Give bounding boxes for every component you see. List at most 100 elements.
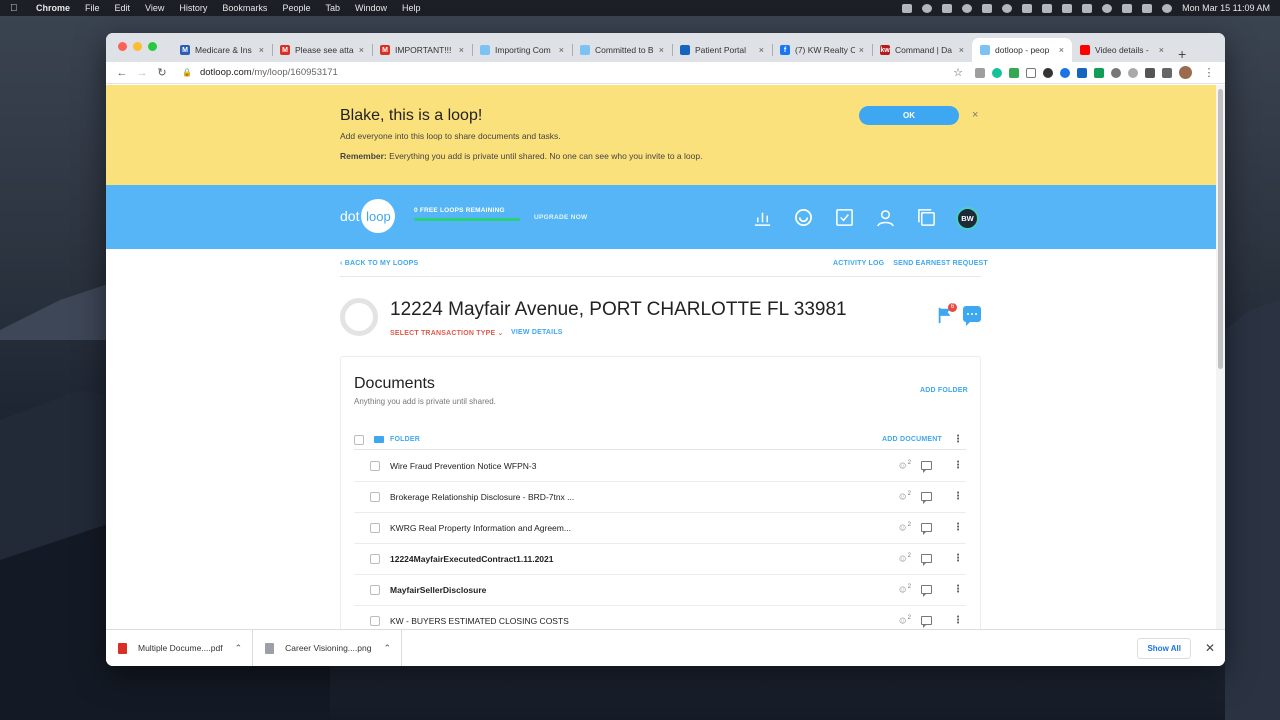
comment-icon[interactable] bbox=[921, 585, 932, 598]
activity-log-link[interactable]: ACTIVITY LOG bbox=[833, 260, 884, 267]
status-icon[interactable] bbox=[902, 3, 913, 13]
checkmark-extension-icon[interactable] bbox=[1094, 67, 1104, 78]
address-bar[interactable]: 🔒 dotloop.com/my/loop/160953171 bbox=[182, 67, 922, 78]
share-people-icon[interactable]: ☺2 bbox=[897, 522, 911, 533]
reload-icon[interactable]: ↻ bbox=[152, 66, 172, 79]
menubar-clock[interactable]: Mon Mar 15 11:09 AM bbox=[1182, 3, 1270, 13]
share-people-icon[interactable]: ☺2 bbox=[897, 553, 911, 564]
reading-list-icon[interactable] bbox=[1162, 67, 1172, 78]
extension-icon[interactable] bbox=[975, 67, 985, 78]
minimize-window-button[interactable] bbox=[133, 42, 142, 51]
compliance-flag[interactable]: 6 bbox=[936, 303, 957, 327]
comment-icon[interactable] bbox=[921, 554, 932, 567]
menu-view[interactable]: View bbox=[145, 3, 164, 13]
document-checkbox[interactable] bbox=[370, 616, 380, 626]
document-name[interactable]: MayfairSellerDisclosure bbox=[390, 585, 486, 595]
document-menu-icon[interactable]: ⋮ bbox=[950, 584, 966, 595]
document-name[interactable]: Brokerage Relationship Disclosure - BRD-… bbox=[390, 492, 574, 502]
document-menu-icon[interactable]: ⋮ bbox=[950, 522, 966, 533]
drive-icon[interactable] bbox=[1009, 67, 1019, 78]
select-transaction-type-dropdown[interactable]: SELECT TRANSACTION TYPE ⌄ bbox=[390, 329, 504, 337]
volume-icon[interactable] bbox=[1022, 3, 1033, 13]
close-tab-icon[interactable]: × bbox=[759, 45, 764, 55]
document-checkbox[interactable] bbox=[370, 492, 380, 502]
document-row[interactable]: KWRG Real Property Information and Agree… bbox=[354, 513, 966, 544]
clock-icon[interactable] bbox=[1102, 3, 1113, 13]
browser-tab[interactable]: Video details - × bbox=[1072, 38, 1172, 62]
document-checkbox[interactable] bbox=[370, 585, 380, 595]
menu-edit[interactable]: Edit bbox=[115, 3, 131, 13]
comment-icon[interactable] bbox=[921, 616, 932, 629]
document-menu-icon[interactable]: ⋮ bbox=[950, 460, 966, 471]
select-all-checkbox[interactable] bbox=[354, 434, 364, 445]
control-center-icon[interactable] bbox=[1142, 3, 1153, 13]
templates-icon[interactable] bbox=[916, 207, 936, 227]
folder-menu-icon[interactable]: ⋮ bbox=[950, 434, 966, 445]
comment-icon[interactable] bbox=[921, 492, 932, 505]
browser-tab[interactable]: kw Command | Da × bbox=[872, 38, 972, 62]
close-icon[interactable]: ✕ bbox=[1205, 641, 1215, 655]
comment-icon[interactable] bbox=[921, 523, 932, 536]
chat-icon[interactable] bbox=[963, 306, 981, 326]
extension-icon[interactable] bbox=[1128, 67, 1138, 78]
close-tab-icon[interactable]: × bbox=[559, 45, 564, 55]
document-row[interactable]: Wire Fraud Prevention Notice WFPN-3 ☺2 ⋮ bbox=[354, 451, 966, 482]
browser-tab[interactable]: f (7) KW Realty C × bbox=[772, 38, 872, 62]
zoom-window-button[interactable] bbox=[148, 42, 157, 51]
close-icon[interactable]: × bbox=[972, 109, 978, 121]
close-tab-icon[interactable]: × bbox=[859, 45, 864, 55]
user-avatar[interactable]: BW bbox=[956, 207, 979, 230]
tasks-icon[interactable] bbox=[834, 207, 854, 227]
document-row[interactable]: KW - BUYERS ESTIMATED CLOSING COSTS ☺2 ⋮ bbox=[354, 606, 966, 629]
browser-tab[interactable]: dotloop - peop × bbox=[972, 38, 1072, 62]
extension-icon[interactable] bbox=[1043, 67, 1053, 78]
share-people-icon[interactable]: ☺2 bbox=[897, 491, 911, 502]
close-tab-icon[interactable]: × bbox=[259, 45, 264, 55]
document-name[interactable]: KWRG Real Property Information and Agree… bbox=[390, 523, 571, 533]
menu-window[interactable]: Window bbox=[355, 3, 387, 13]
lock-icon[interactable]: 🔒 bbox=[182, 68, 192, 77]
profile-avatar[interactable] bbox=[1179, 66, 1192, 79]
share-people-icon[interactable]: ☺2 bbox=[897, 460, 911, 471]
back-arrow-icon[interactable]: ← bbox=[112, 67, 132, 79]
new-tab-button[interactable]: + bbox=[1178, 46, 1186, 62]
menu-file[interactable]: File bbox=[85, 3, 100, 13]
browser-tab[interactable]: M Medicare & Ins × bbox=[172, 38, 272, 62]
upgrade-now-link[interactable]: UPGRADE NOW bbox=[534, 214, 588, 221]
document-row[interactable]: 12224MayfairExecutedContract1.11.2021 ☺2 ⋮ bbox=[354, 544, 966, 575]
browser-tab[interactable]: M Please see atta × bbox=[272, 38, 372, 62]
screen-record-icon[interactable] bbox=[1002, 3, 1013, 13]
chevron-up-icon[interactable]: ⌃ bbox=[383, 643, 391, 654]
menu-help[interactable]: Help bbox=[402, 3, 421, 13]
dotloop-logo[interactable]: dot loop bbox=[340, 199, 396, 233]
close-tab-icon[interactable]: × bbox=[659, 45, 664, 55]
scrollbar-thumb[interactable] bbox=[1218, 89, 1223, 369]
document-checkbox[interactable] bbox=[370, 554, 380, 564]
search-icon[interactable] bbox=[1122, 3, 1133, 13]
browser-tab[interactable]: Importing Com × bbox=[472, 38, 572, 62]
status-icon[interactable] bbox=[942, 3, 953, 13]
document-menu-icon[interactable]: ⋮ bbox=[950, 491, 966, 502]
cloud-icon[interactable] bbox=[982, 3, 993, 13]
grammarly-icon[interactable] bbox=[992, 67, 1002, 78]
download-item[interactable]: Multiple Docume....pdf ⌃ bbox=[106, 629, 254, 666]
puzzle-icon[interactable] bbox=[1145, 67, 1155, 78]
send-earnest-request-link[interactable]: SEND EARNEST REQUEST bbox=[893, 260, 988, 267]
share-people-icon[interactable]: ☺2 bbox=[897, 615, 911, 626]
back-to-my-loops-link[interactable]: ‹ BACK TO MY LOOPS bbox=[340, 260, 418, 267]
extension-icon[interactable] bbox=[1077, 67, 1087, 78]
document-checkbox[interactable] bbox=[370, 523, 380, 533]
extension-icon[interactable] bbox=[1060, 67, 1070, 78]
add-folder-button[interactable]: ADD FOLDER bbox=[920, 387, 968, 394]
menu-app-name[interactable]: Chrome bbox=[36, 3, 70, 13]
show-all-downloads-button[interactable]: Show All bbox=[1137, 637, 1191, 659]
battery-icon[interactable] bbox=[1062, 3, 1073, 13]
siri-icon[interactable] bbox=[1162, 3, 1173, 13]
comment-icon[interactable] bbox=[921, 461, 932, 474]
document-name[interactable]: KW - BUYERS ESTIMATED CLOSING COSTS bbox=[390, 616, 569, 626]
browser-tab[interactable]: M IMPORTANT!!! × bbox=[372, 38, 472, 62]
browser-tab[interactable]: Patient Portal × bbox=[672, 38, 772, 62]
wifi-icon[interactable] bbox=[1082, 3, 1093, 13]
view-details-link[interactable]: VIEW DETAILS bbox=[511, 329, 563, 336]
menu-people[interactable]: People bbox=[282, 3, 310, 13]
